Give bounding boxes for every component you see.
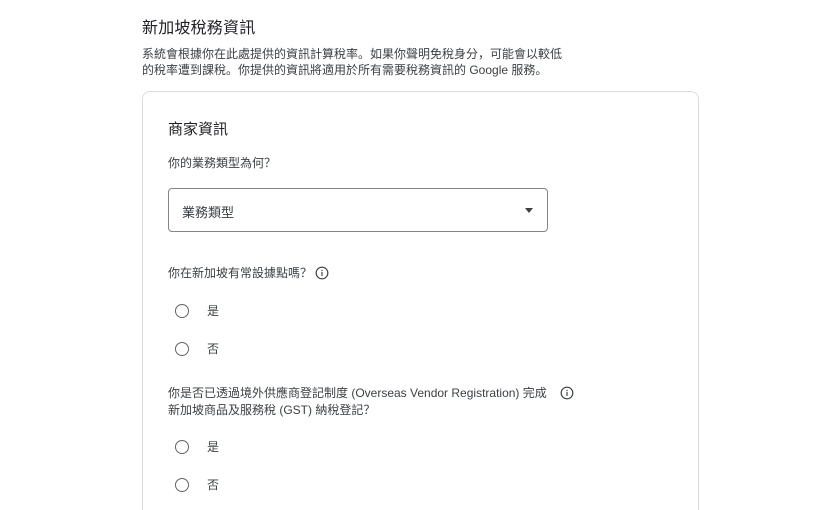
arrow-drop-down-icon — [525, 208, 533, 213]
radio-label: 否 — [207, 342, 220, 356]
business-type-question: 你的業務類型為何？ — [168, 156, 277, 170]
business-info-card: 商家資訊 你的業務類型為何？ 業務類型 你在新加坡有常設據點嗎？ 是 否 你是否… — [142, 91, 699, 510]
business-type-select[interactable]: 業務類型 — [168, 188, 548, 232]
radio-button[interactable] — [175, 440, 189, 454]
radio-button[interactable] — [175, 304, 189, 318]
info-icon[interactable] — [315, 266, 329, 280]
radio-label: 否 — [207, 478, 220, 492]
radio-label: 是 — [207, 440, 220, 454]
tax-info-page: 新加坡稅務資訊 系統會根據你在此處提供的資訊計算稅率。如果你聲明免稅身分，可能會… — [0, 0, 825, 510]
business-type-placeholder: 業務類型 — [182, 205, 235, 220]
radio-label: 是 — [207, 304, 220, 318]
radio-button[interactable] — [175, 478, 189, 492]
section-title: 新加坡稅務資訊 — [142, 20, 256, 37]
info-icon[interactable] — [560, 386, 574, 400]
ovr-question: 你是否已透過境外供應商登記制度 (Overseas Vendor Registr… — [168, 386, 547, 417]
section-description: 系統會根據你在此處提供的資訊計算稅率。如果你聲明免稅身分，可能會以較低的稅率遭到… — [142, 47, 563, 77]
card-title: 商家資訊 — [168, 121, 229, 138]
radio-button[interactable] — [175, 342, 189, 356]
residence-question: 你在新加坡有常設據點嗎？ — [168, 266, 313, 280]
